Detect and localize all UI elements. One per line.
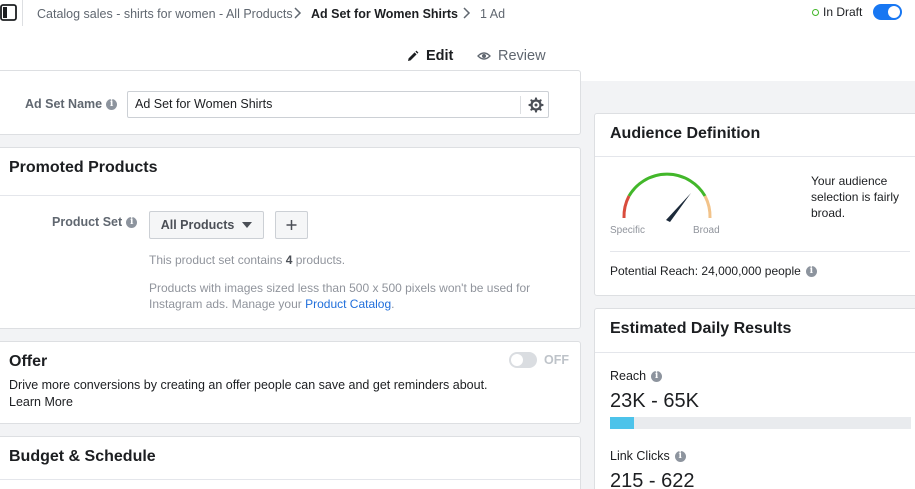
offer-toggle[interactable]	[509, 352, 537, 368]
info-icon[interactable]: i	[126, 216, 138, 228]
gauge-broad-label: Broad	[693, 225, 720, 236]
link-clicks-label: Link Clicks i	[610, 449, 686, 463]
image-size-note-line1: Products with images sized less than 500…	[149, 281, 531, 295]
divider	[22, 0, 23, 26]
ad-set-name-label-text: Ad Set Name	[25, 97, 103, 111]
chevron-right-icon	[294, 7, 302, 19]
reach-bar	[610, 417, 911, 429]
status-label: In Draft	[823, 5, 863, 19]
potential-reach-text: Potential Reach: 24,000,000 people	[610, 264, 801, 278]
divider	[595, 352, 915, 353]
plus-icon	[286, 220, 297, 230]
tab-edit[interactable]: Edit	[406, 46, 453, 66]
ad-set-name-label: Ad Set Name i	[25, 97, 118, 111]
offer-description: Drive more conversions by creating an of…	[9, 378, 488, 392]
audience-description-line2: selection is fairly	[811, 190, 900, 204]
promoted-products-title: Promoted Products	[9, 159, 158, 176]
image-size-note-suffix: .	[391, 297, 395, 311]
audience-description: Your audience selection is fairly broad.	[811, 173, 899, 221]
estimated-daily-results-title: Estimated Daily Results	[610, 320, 792, 337]
ad-set-name-value: Ad Set for Women Shirts	[135, 97, 273, 111]
breadcrumb-ad[interactable]: 1 Ad	[480, 7, 505, 21]
reach-bar-fill	[610, 417, 635, 429]
potential-reach: Potential Reach: 24,000,000 people i	[610, 264, 817, 278]
breadcrumb-ad-set[interactable]: Ad Set for Women Shirts	[311, 7, 458, 21]
caret-down-icon	[242, 222, 253, 228]
offer-title: Offer	[9, 353, 48, 370]
info-icon[interactable]: i	[106, 98, 118, 110]
tab-edit-label: Edit	[426, 48, 454, 64]
draft-status: In Draft	[812, 5, 862, 19]
product-catalog-link[interactable]: Product Catalog	[305, 297, 391, 311]
link-clicks-value: 215 - 622	[610, 470, 695, 489]
reach-label: Reach i	[610, 369, 663, 383]
image-size-note-line2: Instagram ads. Manage your Product Catal…	[149, 296, 530, 312]
add-product-set-button[interactable]	[275, 211, 308, 239]
divider	[0, 195, 580, 196]
audience-definition-title: Audience Definition	[610, 125, 761, 142]
reach-label-text: Reach	[610, 369, 647, 383]
top-bar: Catalog sales - shirts for women - All P…	[0, 0, 915, 81]
audience-description-line1: Your audience	[811, 174, 888, 188]
sidebar-toggle-icon[interactable]	[0, 3, 19, 22]
audience-description-line3: broad.	[811, 206, 846, 220]
pencil-icon	[408, 50, 419, 61]
product-set-dropdown[interactable]: All Products	[149, 211, 264, 239]
budget-schedule-title: Budget & Schedule	[9, 448, 156, 465]
input-divider	[520, 96, 521, 114]
image-size-note-prefix: Instagram ads. Manage your	[149, 297, 306, 311]
info-icon[interactable]: i	[805, 265, 817, 277]
divider	[595, 156, 915, 157]
product-count-prefix: This product set contains	[149, 253, 286, 267]
ad-set-toggle[interactable]	[873, 4, 902, 20]
gauge-specific-label: Specific	[610, 225, 646, 236]
status-dot-icon	[812, 8, 819, 16]
tab-review-label: Review	[498, 48, 546, 64]
learn-more-link[interactable]: Learn More	[9, 395, 73, 409]
product-set-label: Product Set i	[52, 215, 138, 229]
tab-review[interactable]: Review	[477, 46, 546, 66]
image-size-note: Products with images sized less than 500…	[149, 280, 530, 312]
info-icon[interactable]: i	[651, 370, 663, 382]
offer-toggle-label: OFF	[544, 353, 569, 367]
ad-set-name-input[interactable]: Ad Set for Women Shirts	[127, 91, 549, 118]
breadcrumb-campaign[interactable]: Catalog sales - shirts for women - All P…	[37, 7, 293, 21]
link-clicks-label-text: Link Clicks	[610, 449, 670, 463]
divider	[610, 251, 910, 252]
product-count-text: This product set contains 4 products.	[149, 252, 345, 268]
product-set-value: All Products	[160, 218, 235, 232]
eye-icon	[477, 52, 491, 60]
gauge-icon	[622, 172, 712, 222]
gear-icon[interactable]	[528, 97, 544, 113]
chevron-right-icon	[463, 7, 471, 19]
product-count-suffix: products.	[292, 253, 346, 267]
product-set-label-text: Product Set	[52, 215, 123, 229]
info-icon[interactable]: i	[674, 450, 686, 462]
reach-value: 23K - 65K	[610, 390, 699, 412]
divider	[0, 479, 580, 480]
